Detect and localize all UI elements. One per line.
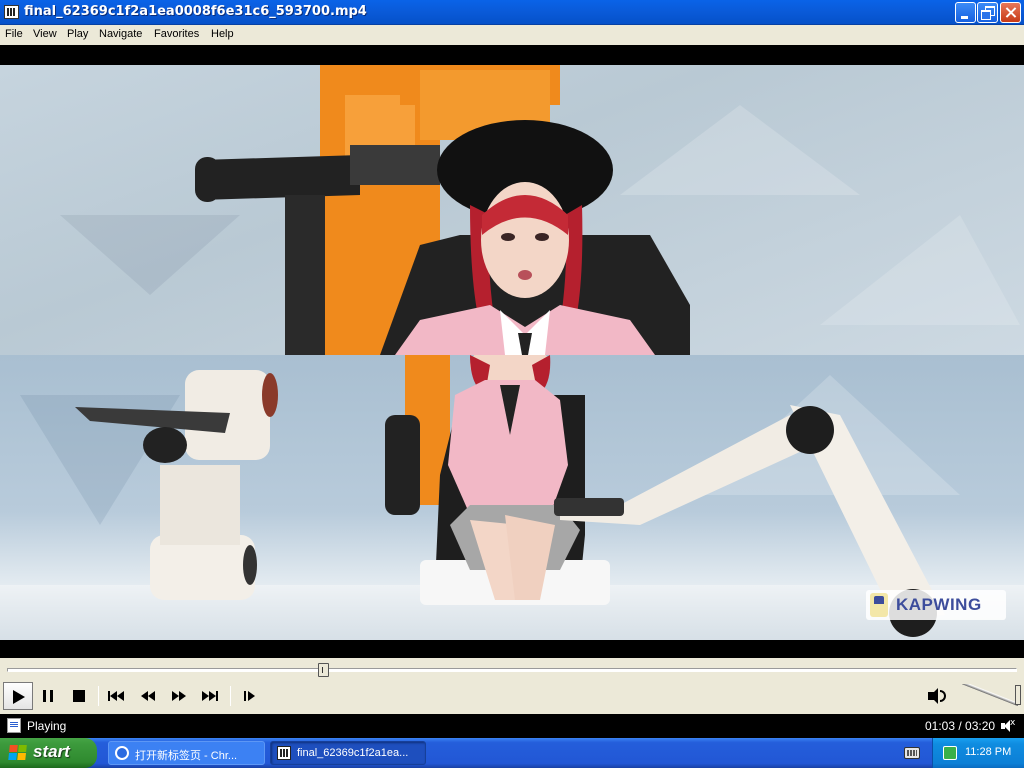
minimize-button[interactable] — [955, 2, 976, 23]
taskbar-item-chrome[interactable]: 打开新标签页 - Chr... — [108, 741, 265, 765]
stop-button[interactable] — [65, 682, 93, 710]
next-icon — [200, 690, 220, 702]
taskbar: start 打开新标签页 - Chr... final_62369c1f2a1e… — [0, 738, 1024, 768]
kapwing-logo-icon — [870, 593, 888, 617]
mute-button[interactable] — [926, 686, 950, 706]
video-frame-upper — [0, 65, 1024, 355]
play-icon — [13, 690, 25, 704]
separator — [98, 686, 99, 706]
menu-file[interactable]: File — [5, 28, 23, 40]
step-frame-icon — [240, 690, 260, 702]
video-scene-upper — [195, 65, 690, 355]
title-bar: final_62369c1f2a1ea0008f6e31c6_593700.mp… — [0, 0, 1024, 25]
stop-icon — [73, 690, 85, 702]
windows-logo-icon — [8, 745, 28, 761]
system-tray: 11:28 PM — [932, 738, 1024, 768]
taskbar-item-media-player[interactable]: final_62369c1f2a1ea... — [270, 741, 426, 765]
seek-thumb[interactable] — [317, 663, 329, 677]
browser-icon — [115, 746, 129, 760]
task-label: 打开新标签页 - Chr... — [135, 750, 238, 762]
fast-forward-icon — [169, 690, 189, 702]
previous-button[interactable] — [103, 682, 131, 710]
task-label: final_62369c1f2a1ea... — [297, 747, 409, 759]
window-title: final_62369c1f2a1ea0008f6e31c6_593700.mp… — [24, 4, 367, 19]
menu-navigate[interactable]: Navigate — [99, 28, 142, 40]
menu-play[interactable]: Play — [67, 28, 88, 40]
menu-favorites[interactable]: Favorites — [154, 28, 199, 40]
volume-slider[interactable] — [962, 684, 1022, 708]
menu-bar: File View Play Navigate Favorites Help — [0, 25, 1024, 45]
pause-icon — [43, 690, 53, 702]
fast-forward-button[interactable] — [165, 682, 193, 710]
kapwing-watermark: KAPWING — [866, 590, 1006, 620]
seek-track[interactable] — [7, 668, 1017, 672]
rewind-icon — [138, 690, 158, 702]
volume-ramp — [962, 684, 1018, 706]
time-display: 01:03 / 03:20 — [925, 719, 996, 733]
keyboard-icon[interactable] — [904, 747, 920, 759]
playback-status: Playing — [27, 719, 67, 733]
play-button[interactable] — [3, 682, 33, 710]
media-player-icon — [277, 746, 291, 760]
separator — [230, 686, 231, 706]
next-button[interactable] — [196, 682, 224, 710]
restore-button[interactable] — [977, 2, 998, 23]
start-button[interactable]: start — [0, 738, 97, 768]
seek-bar[interactable] — [0, 658, 1024, 678]
status-bar: Playing 01:03 / 03:20 x — [0, 714, 1024, 738]
video-display[interactable]: KAPWING — [0, 45, 1024, 658]
media-player-icon[interactable] — [4, 5, 19, 19]
rewind-button[interactable] — [134, 682, 162, 710]
step-frame-button[interactable] — [236, 682, 264, 710]
watermark-text: KAPWING — [896, 595, 982, 614]
close-button[interactable] — [1000, 2, 1021, 23]
status-icon — [7, 718, 21, 733]
clock[interactable]: 11:28 PM — [965, 746, 1011, 758]
menu-help[interactable]: Help — [211, 28, 234, 40]
close-status-icon[interactable]: x — [1010, 718, 1015, 728]
network-icon[interactable] — [943, 746, 957, 760]
previous-icon — [107, 690, 127, 702]
playback-controls — [0, 678, 1024, 714]
pause-button[interactable] — [34, 682, 62, 710]
start-label: start — [33, 742, 70, 761]
volume-thumb[interactable] — [1015, 685, 1021, 705]
menu-view[interactable]: View — [33, 28, 57, 40]
